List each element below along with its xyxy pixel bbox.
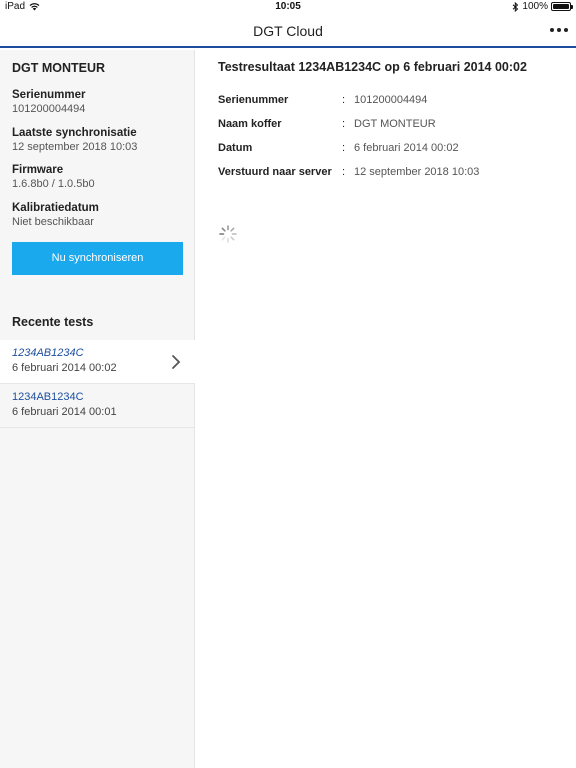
- sidebar-heading: DGT MONTEUR: [12, 61, 106, 75]
- detail-row-date: Datum : 6 februari 2014 00:02: [218, 142, 568, 158]
- loading-spinner-icon: [219, 225, 237, 243]
- sync-now-button[interactable]: Nu synchroniseren: [12, 242, 183, 275]
- status-bar: iPad 10:05 100%: [0, 0, 576, 14]
- detail-value: DGT MONTEUR: [354, 118, 436, 130]
- info-label: Kalibratiedatum: [12, 202, 99, 214]
- test-code: 1234AB1234C: [12, 391, 84, 403]
- detail-separator: :: [342, 94, 346, 106]
- detail-value: 101200004494: [354, 94, 428, 106]
- detail-separator: :: [342, 118, 346, 130]
- info-firmware: Firmware 1.6.8b0 / 1.0.5b0: [12, 163, 192, 191]
- info-label: Laatste synchronisatie: [12, 127, 137, 139]
- info-value: 101200004494: [12, 103, 86, 115]
- more-icon[interactable]: [548, 19, 570, 41]
- recent-tests-heading: Recente tests: [12, 315, 94, 329]
- test-list-item[interactable]: 1234AB1234C 6 februari 2014 00:02: [0, 340, 195, 384]
- info-label: Serienummer: [12, 89, 86, 101]
- test-date: 6 februari 2014 00:01: [12, 406, 117, 418]
- detail-row-serial: Serienummer : 101200004494: [218, 94, 568, 110]
- detail-key: Verstuurd naar server: [218, 166, 332, 178]
- sidebar: DGT MONTEUR Serienummer 101200004494 Laa…: [0, 50, 195, 768]
- detail-separator: :: [342, 166, 346, 178]
- battery-icon: [551, 2, 573, 11]
- detail-key: Datum: [218, 142, 253, 154]
- test-code: 1234AB1234C: [12, 347, 84, 359]
- info-value: 12 september 2018 10:03: [12, 141, 138, 153]
- app-title: DGT Cloud: [253, 23, 323, 39]
- info-value: 1.6.8b0 / 1.0.5b0: [12, 178, 95, 190]
- navigation-bar: DGT Cloud: [0, 14, 576, 48]
- bluetooth-icon: [513, 1, 519, 12]
- main-content: Testresultaat 1234AB1234C op 6 februari …: [196, 50, 576, 768]
- detail-key: Naam koffer: [218, 118, 282, 130]
- detail-row-sent-to-server: Verstuurd naar server : 12 september 201…: [218, 166, 568, 182]
- detail-row-case-name: Naam koffer : DGT MONTEUR: [218, 118, 568, 134]
- info-last-sync: Laatste synchronisatie 12 september 2018…: [12, 126, 192, 154]
- info-serial: Serienummer 101200004494: [12, 88, 192, 116]
- info-value: Niet beschikbaar: [12, 216, 94, 228]
- detail-key: Serienummer: [218, 94, 289, 106]
- detail-value: 12 september 2018 10:03: [354, 166, 480, 178]
- battery-percentage: 100%: [522, 1, 548, 12]
- info-calibration: Kalibratiedatum Niet beschikbaar: [12, 201, 192, 229]
- test-result-title: Testresultaat 1234AB1234C op 6 februari …: [218, 60, 527, 74]
- test-date: 6 februari 2014 00:02: [12, 362, 117, 374]
- detail-separator: :: [342, 142, 346, 154]
- test-list-item[interactable]: 1234AB1234C 6 februari 2014 00:01: [0, 384, 195, 428]
- info-label: Firmware: [12, 164, 64, 176]
- status-time: 10:05: [275, 1, 301, 12]
- chevron-right-icon: [172, 355, 181, 369]
- detail-value: 6 februari 2014 00:02: [354, 142, 459, 154]
- status-right: 100%: [512, 1, 573, 12]
